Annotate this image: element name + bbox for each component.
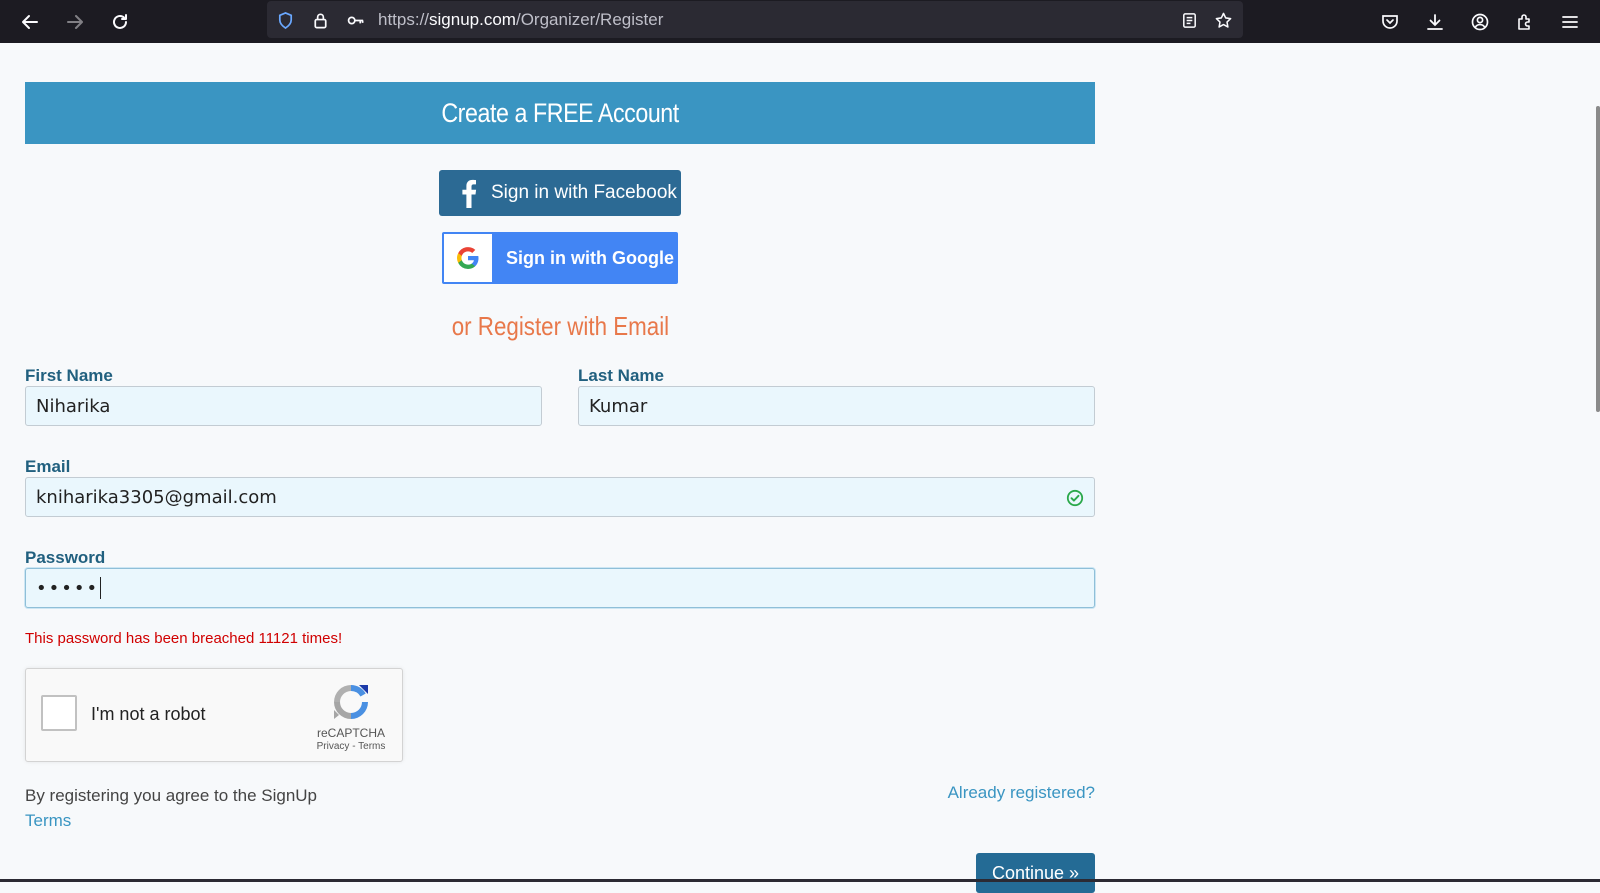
password-label: Password [25, 548, 106, 567]
browser-toolbar: https://signup.com/Organizer/Register [0, 0, 1600, 43]
terms-link[interactable]: Terms [25, 811, 71, 830]
text-cursor [100, 577, 102, 599]
register-email-heading: or Register with Email [451, 311, 669, 341]
email-valid-check-icon [1066, 489, 1084, 507]
facebook-icon [457, 178, 481, 208]
recaptcha-checkbox[interactable] [41, 695, 77, 731]
agreement-text: By registering you agree to the SignUp T… [25, 783, 317, 833]
recaptcha-label: I'm not a robot [91, 704, 206, 724]
email-field[interactable]: kniharika3305@gmail.com [25, 477, 1095, 517]
reader-view-icon[interactable] [1178, 9, 1200, 31]
password-field[interactable]: ••••• [25, 568, 1095, 608]
first-name-value: Niharika [36, 395, 111, 417]
already-registered-link[interactable]: Already registered? [948, 783, 1095, 803]
google-icon [444, 234, 492, 282]
recaptcha-privacy-terms[interactable]: Privacy - Terms [291, 741, 411, 752]
last-name-field[interactable]: Kumar [578, 386, 1095, 426]
continue-button[interactable]: Continue » [976, 853, 1095, 893]
google-signin-button[interactable]: Sign in with Google [442, 232, 678, 284]
extensions-icon[interactable] [1510, 7, 1540, 37]
bookmark-star-icon[interactable] [1212, 9, 1234, 31]
page-content: Create a FREE Account Sign in with Faceb… [0, 43, 1600, 893]
recaptcha-brand: reCAPTCHA [316, 726, 385, 740]
email-value: kniharika3305@gmail.com [36, 486, 277, 508]
first-name-label: First Name [25, 366, 113, 385]
menu-icon[interactable] [1555, 7, 1585, 37]
lock-icon[interactable] [309, 9, 331, 31]
first-name-field[interactable]: Niharika [25, 386, 542, 426]
facebook-signin-label: Sign in with Facebook [491, 182, 677, 203]
url-text[interactable]: https://signup.com/Organizer/Register [378, 10, 663, 30]
page-title-banner: Create a FREE Account [25, 82, 1095, 144]
back-arrow-icon[interactable] [15, 7, 45, 37]
password-breach-error: This password has been breached 11121 ti… [25, 630, 343, 647]
agreement-sentence: By registering you agree to the SignUp [25, 786, 318, 805]
reload-icon[interactable] [105, 7, 135, 37]
pocket-icon[interactable] [1375, 7, 1405, 37]
tracking-shield-icon[interactable] [274, 9, 296, 31]
password-masked-value: ••••• [36, 577, 100, 599]
facebook-signin-button[interactable]: Sign in with Facebook [439, 170, 681, 216]
recaptcha-logo-icon [334, 685, 368, 719]
email-label: Email [25, 457, 71, 476]
scrollbar-thumb[interactable] [1596, 106, 1600, 412]
last-name-value: Kumar [589, 395, 648, 417]
downloads-icon[interactable] [1420, 7, 1450, 37]
google-signin-label: Sign in with Google [506, 247, 674, 268]
last-name-label: Last Name [578, 366, 664, 385]
address-bar[interactable]: https://signup.com/Organizer/Register [267, 1, 1243, 38]
forward-arrow-icon[interactable] [60, 7, 90, 37]
page-title: Create a FREE Account [441, 97, 679, 128]
recaptcha-widget: I'm not a robot reCAPTCHA Privacy - Term… [25, 668, 403, 762]
account-icon[interactable] [1465, 7, 1495, 37]
key-icon[interactable] [344, 9, 366, 31]
